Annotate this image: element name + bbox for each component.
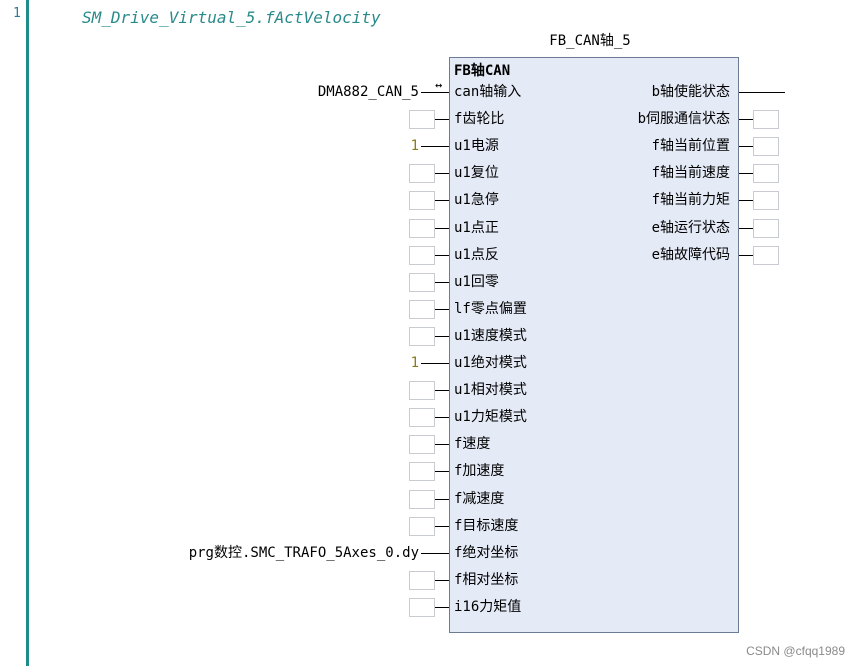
- input-wire: [435, 282, 449, 283]
- input-wire: [435, 119, 449, 120]
- input-pin-label: u1点正: [454, 220, 499, 236]
- input-value-field[interactable]: [409, 435, 435, 454]
- input-value-field[interactable]: [409, 517, 435, 536]
- inout-arrow-icon: ↔: [435, 78, 443, 92]
- input-pin-label: u1速度模式: [454, 328, 527, 344]
- input-pin-label: f速度: [454, 436, 491, 452]
- input-wire: [435, 228, 449, 229]
- input-pin-label: f齿轮比: [454, 111, 505, 127]
- input-wire: [435, 146, 449, 147]
- input-value[interactable]: prg数控.SMC_TRAFO_5Axes_0.dy: [189, 543, 419, 563]
- input-wire: [435, 607, 449, 608]
- input-value[interactable]: 1: [411, 136, 419, 156]
- input-pin-label: can轴输入: [454, 84, 522, 100]
- input-wire: [435, 417, 449, 418]
- input-value-field[interactable]: [409, 571, 435, 590]
- output-value-field[interactable]: [753, 191, 779, 210]
- input-value-field[interactable]: [409, 191, 435, 210]
- input-value[interactable]: DMA882_CAN_5: [318, 82, 419, 102]
- input-wire: [435, 173, 449, 174]
- input-wire: [435, 444, 449, 445]
- input-value-field[interactable]: [409, 246, 435, 265]
- editor-gutter: 1: [0, 0, 26, 666]
- input-value-field[interactable]: [409, 300, 435, 319]
- output-pin-label: b伺服通信状态: [637, 111, 730, 127]
- input-value-field[interactable]: [409, 164, 435, 183]
- output-pin-label: e轴故障代码: [651, 247, 730, 263]
- output-value-field[interactable]: [753, 219, 779, 238]
- input-pin-label: u1电源: [454, 138, 499, 154]
- input-wire-long: [421, 92, 435, 93]
- input-pin-label: u1急停: [454, 192, 499, 208]
- input-pin-label: i16力矩值: [454, 599, 522, 615]
- input-pin-label: u1绝对模式: [454, 355, 527, 371]
- output-wire: [739, 228, 753, 229]
- input-wire: [435, 390, 449, 391]
- input-pin-label: u1力矩模式: [454, 409, 527, 425]
- input-wire: [435, 526, 449, 527]
- output-pin-label: f轴当前力矩: [651, 192, 730, 208]
- output-value-field[interactable]: [753, 246, 779, 265]
- input-wire: [435, 499, 449, 500]
- input-wire: [435, 336, 449, 337]
- input-value-field[interactable]: [409, 462, 435, 481]
- input-pin-label: u1相对模式: [454, 382, 527, 398]
- input-wire: [435, 471, 449, 472]
- fb-instance-name[interactable]: FB_CAN轴_5: [520, 30, 660, 50]
- output-wire: [739, 200, 753, 201]
- output-value-field[interactable]: [753, 110, 779, 129]
- input-wire: [435, 200, 449, 201]
- input-value-field[interactable]: [409, 327, 435, 346]
- input-pin-label: u1回零: [454, 274, 499, 290]
- output-wire: [739, 146, 753, 147]
- input-value-field[interactable]: [409, 408, 435, 427]
- input-pin-label: f绝对坐标: [454, 545, 519, 561]
- input-value[interactable]: 1: [411, 353, 419, 373]
- output-pin-label: b轴使能状态: [651, 84, 730, 100]
- input-wire-long: [421, 363, 435, 364]
- input-value-field[interactable]: [409, 490, 435, 509]
- input-wire: [435, 309, 449, 310]
- input-pin-label: f目标速度: [454, 518, 519, 534]
- input-wire-long: [421, 146, 435, 147]
- output-wire: [739, 255, 753, 256]
- output-pin-label: f轴当前速度: [651, 165, 730, 181]
- output-pin-label: e轴运行状态: [651, 220, 730, 236]
- input-wire: [435, 255, 449, 256]
- input-wire-long: [421, 553, 435, 554]
- input-pin-label: f相对坐标: [454, 572, 519, 588]
- network-bar: [26, 0, 29, 666]
- input-wire: [435, 363, 449, 364]
- output-wire: [739, 119, 753, 120]
- output-wire: [739, 173, 753, 174]
- output-pin-label: f轴当前位置: [651, 138, 730, 154]
- input-wire: [435, 580, 449, 581]
- input-wire: [435, 553, 449, 554]
- watermark: CSDN @cfqq1989: [746, 644, 845, 658]
- input-value-field[interactable]: [409, 273, 435, 292]
- input-pin-label: u1点反: [454, 247, 499, 263]
- input-pin-label: u1复位: [454, 165, 499, 181]
- input-value-field[interactable]: [409, 381, 435, 400]
- output-value-field[interactable]: [753, 164, 779, 183]
- line-number: 1: [13, 6, 21, 21]
- output-value-field[interactable]: [753, 137, 779, 156]
- input-pin-label: lf零点偏置: [454, 301, 527, 317]
- input-value-field[interactable]: [409, 110, 435, 129]
- input-value-field[interactable]: [409, 598, 435, 617]
- input-pin-label: f减速度: [454, 491, 505, 507]
- output-wire: [739, 92, 785, 93]
- network-comment[interactable]: SM_Drive_Virtual_5.fActVelocity: [82, 8, 381, 27]
- fb-type-name: FB轴CAN: [454, 63, 511, 79]
- input-pin-label: f加速度: [454, 463, 505, 479]
- input-value-field[interactable]: [409, 219, 435, 238]
